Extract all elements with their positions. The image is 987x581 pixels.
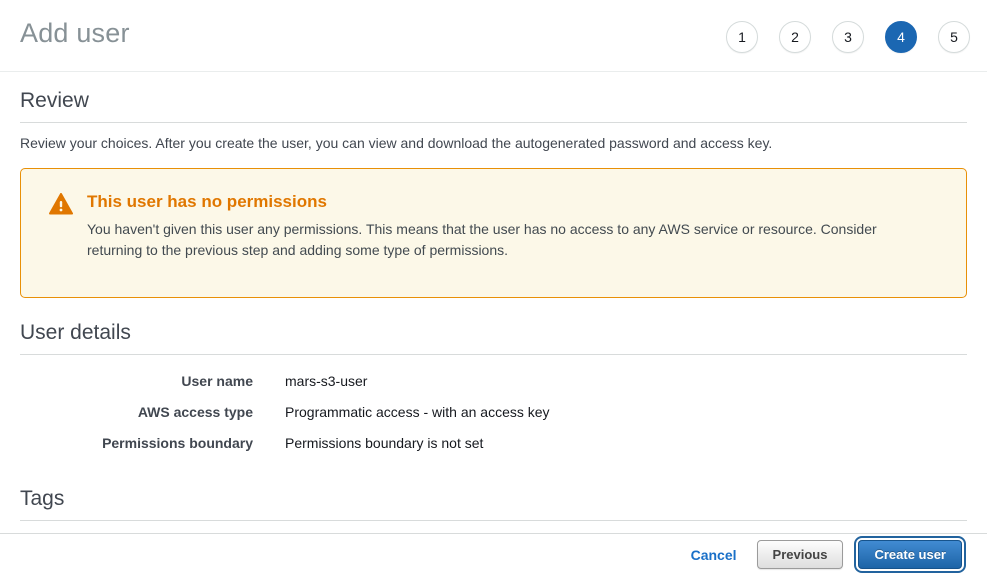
wizard-content: Review Review your choices. After you cr… (0, 89, 987, 550)
wizard-footer: Cancel Previous Create user (0, 533, 987, 581)
access-type-label: AWS access type (20, 404, 253, 420)
wizard-header: Add user 1 2 3 4 5 (0, 0, 987, 72)
previous-button[interactable]: Previous (757, 540, 844, 569)
step-2[interactable]: 2 (779, 21, 811, 53)
user-details-heading: User details (20, 321, 967, 355)
no-permissions-warning: This user has no permissions You haven't… (20, 168, 967, 298)
step-1[interactable]: 1 (726, 21, 758, 53)
permissions-boundary-value: Permissions boundary is not set (285, 435, 967, 451)
warning-body: You haven't given this user any permissi… (87, 219, 932, 261)
step-5[interactable]: 5 (938, 21, 970, 53)
table-row: User name mars-s3-user (20, 366, 967, 397)
create-user-button[interactable]: Create user (858, 540, 962, 569)
review-section: Review Review your choices. After you cr… (20, 89, 967, 151)
cancel-button[interactable]: Cancel (691, 547, 737, 563)
step-4-active[interactable]: 4 (885, 21, 917, 53)
warning-title: This user has no permissions (87, 192, 932, 212)
step-3[interactable]: 3 (832, 21, 864, 53)
table-row: Permissions boundary Permissions boundar… (20, 428, 967, 459)
warning-text: This user has no permissions You haven't… (87, 192, 932, 261)
permissions-boundary-label: Permissions boundary (20, 435, 253, 451)
user-name-label: User name (20, 373, 253, 389)
user-name-value: mars-s3-user (285, 373, 967, 389)
tags-heading: Tags (20, 487, 967, 521)
warning-triangle-icon (49, 193, 73, 215)
table-row: AWS access type Programmatic access - wi… (20, 397, 967, 428)
step-indicator: 1 2 3 4 5 (726, 21, 970, 53)
user-details-rows: User name mars-s3-user AWS access type P… (20, 366, 967, 459)
access-type-value: Programmatic access - with an access key (285, 404, 967, 420)
review-description: Review your choices. After you create th… (20, 135, 967, 151)
user-details-section: User details User name mars-s3-user AWS … (20, 321, 967, 459)
review-heading: Review (20, 89, 967, 123)
